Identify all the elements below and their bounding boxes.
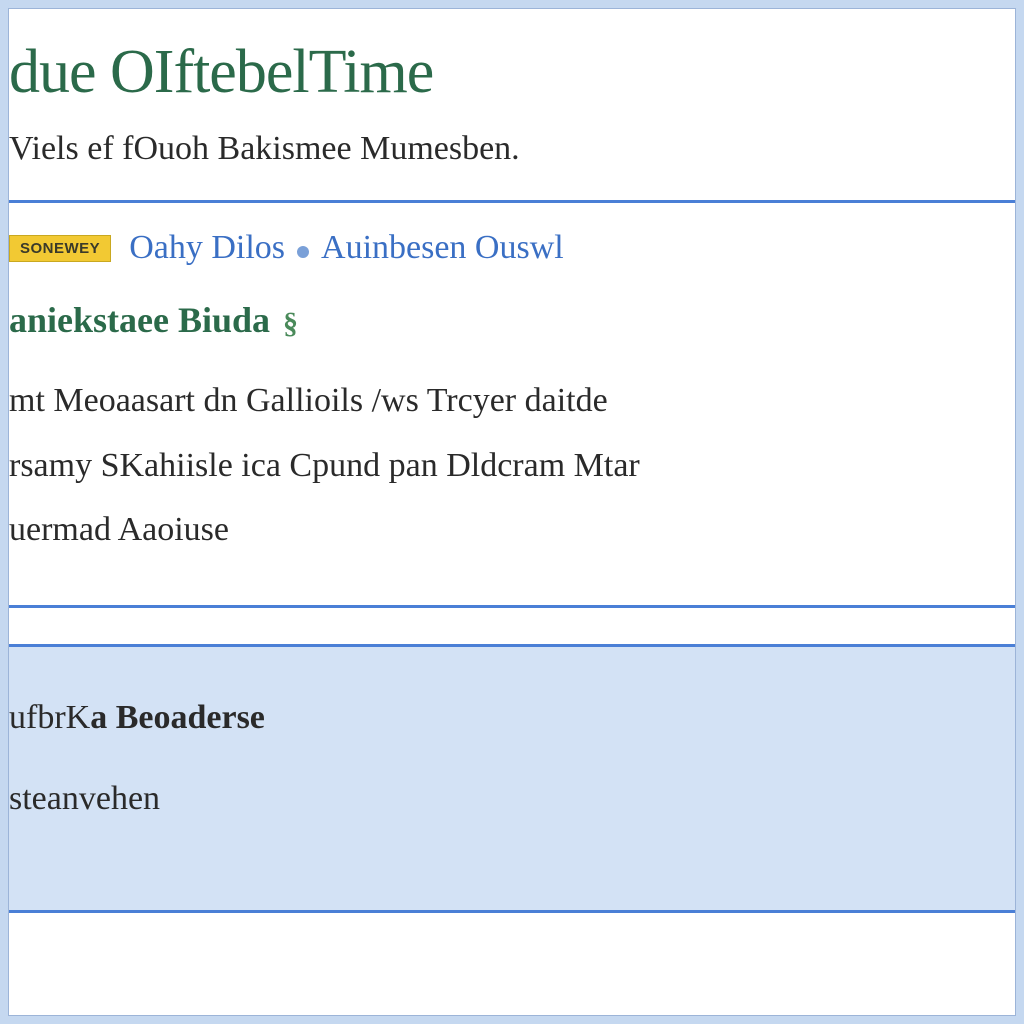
divider-bottom	[9, 605, 1015, 608]
document-page: due OIftebelTime Viels ef fOuoh Bakismee…	[8, 8, 1016, 1016]
body-line: rsamy SKahiisle ica Cpund pan Dldcram Mt…	[9, 434, 1015, 499]
body-text-block: mt Meoaasart dn Gallioils /ws Trcyer dai…	[8, 369, 1015, 563]
footer-line-2: steanvehen	[9, 758, 1015, 840]
page-title: due OIftebelTime	[8, 37, 1015, 108]
link-secondary[interactable]: Auinbesen Ouswl	[321, 229, 564, 266]
section-symbol-icon: §	[283, 307, 298, 340]
main-section: SONEWEY Oahy Dilos Auinbesen Ouswl aniek…	[8, 203, 1015, 581]
highlight-badge: SONEWEY	[9, 235, 111, 262]
page-subtitle: Viels ef fOuoh Bakismee Mumesben.	[8, 130, 1015, 168]
dot-icon	[293, 242, 313, 267]
badge-link-row: SONEWEY Oahy Dilos Auinbesen Ouswl	[8, 229, 1015, 267]
footer-panel: ufbrKa Beoaderse steanvehen	[8, 644, 1015, 913]
body-line: uermad Aaoiuse	[9, 498, 1015, 563]
header-block: due OIftebelTime Viels ef fOuoh Bakismee…	[8, 9, 1015, 186]
footer-prefix: ufbrK	[9, 699, 90, 736]
section-subheading: aniekstaee Biuda §	[8, 299, 1015, 341]
footer-line-1: ufbrKa Beoaderse	[9, 677, 1015, 759]
subheading-text: aniekstaee Biuda	[9, 300, 270, 340]
body-line: mt Meoaasart dn Gallioils /ws Trcyer dai…	[9, 369, 1015, 434]
link-primary[interactable]: Oahy Dilos	[129, 229, 285, 266]
link-group: Oahy Dilos Auinbesen Ouswl	[129, 229, 564, 267]
footer-bold: a Beoaderse	[90, 699, 265, 736]
